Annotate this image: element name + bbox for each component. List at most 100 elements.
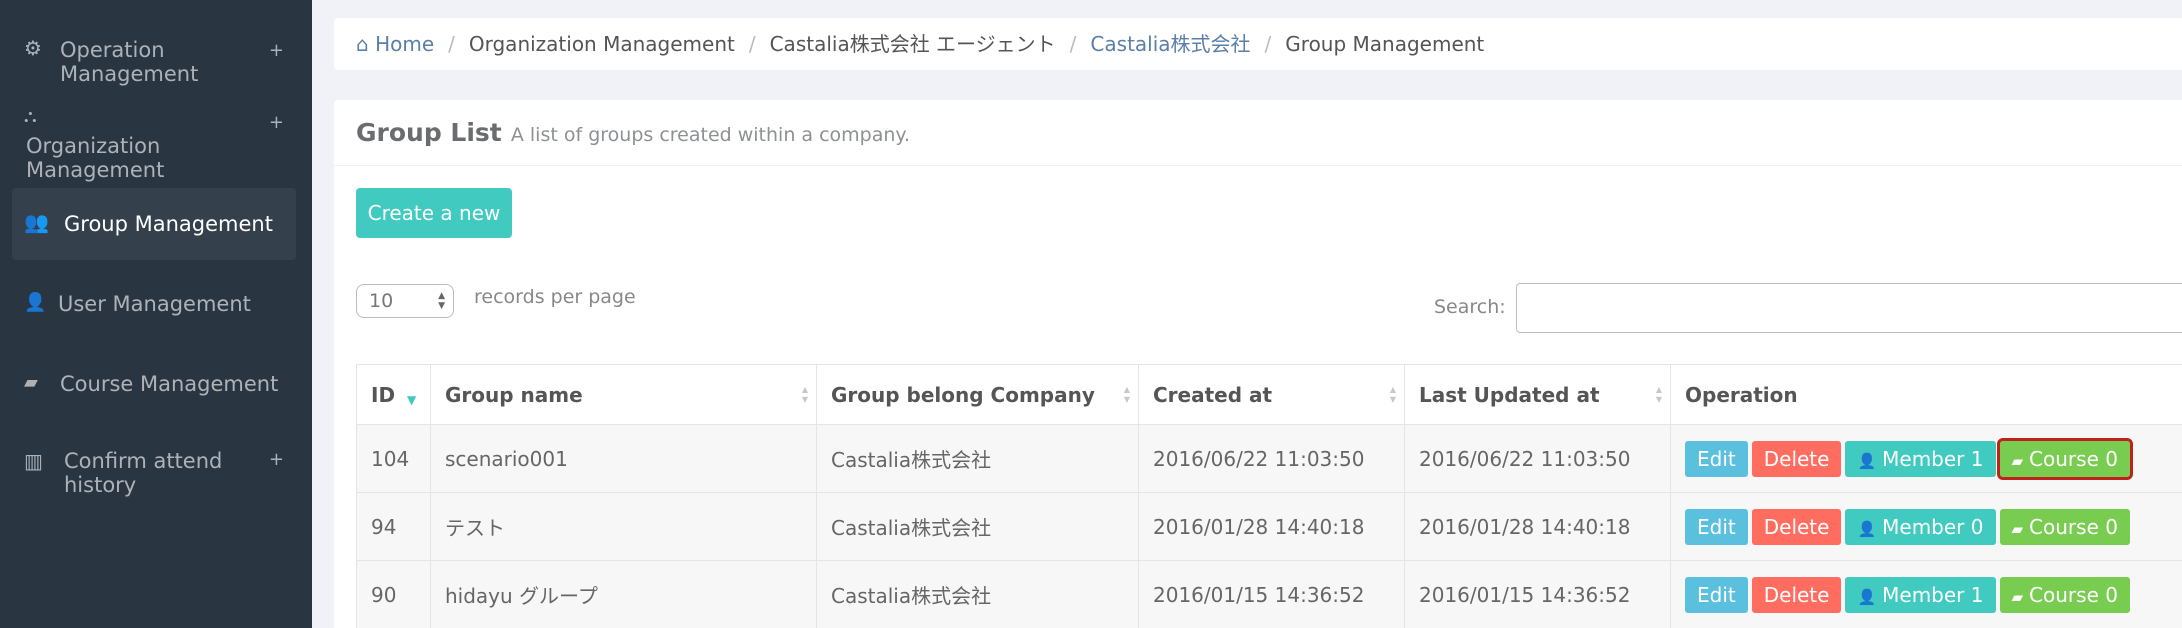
course-button-label: Course 0	[2029, 582, 2118, 607]
group-table: ID ▼ Group name ▲ ▼ Group belong Company ▲ ▼ …	[356, 364, 2182, 628]
cell-operation: Edit Delete 👤 Member 0 ▰ Course 0	[1670, 492, 2182, 561]
breadcrumb-separator: /	[1264, 32, 1272, 56]
sidebar-item-operation-management[interactable]: ⚙ Operation Management +	[12, 20, 296, 86]
column-header-label: Group belong Company	[831, 382, 1095, 407]
sidebar: ⚙ Operation Management + ⛬ Organization …	[0, 0, 312, 628]
cell-created-at: 2016/06/22 11:03:50	[1138, 424, 1405, 493]
member-button-label: Member 0	[1882, 514, 1984, 539]
cell-updated-at: 2016/01/15 14:36:52	[1404, 560, 1671, 628]
sidebar-item-label: Course Management	[60, 372, 279, 396]
cell-group-name: hidayu グループ	[430, 560, 817, 628]
sidebar-item-label: User Management	[58, 292, 251, 316]
breadcrumb-home[interactable]: ⌂ Home	[356, 32, 434, 56]
edit-button[interactable]: Edit	[1685, 508, 1748, 545]
breadcrumb: ⌂ Home / Organization Management / Castalia株…	[334, 18, 2182, 70]
edit-button[interactable]: Edit	[1685, 576, 1748, 613]
column-header-label: ID	[371, 382, 396, 407]
cell-updated-at: 2016/06/22 11:03:50	[1404, 424, 1671, 493]
member-button[interactable]: 👤 Member 1	[1845, 576, 1996, 613]
panel-header: Group List A list of groups created with…	[334, 100, 2182, 166]
breadcrumb-current: Group Management	[1285, 32, 1485, 56]
sidebar-item-group-management[interactable]: 👥 Group Management	[12, 188, 296, 260]
column-header-last-updated-at[interactable]: Last Updated at ▲ ▼	[1404, 364, 1671, 425]
sort-icon: ▲ ▼	[1389, 385, 1396, 404]
course-button-label: Course 0	[2029, 446, 2118, 471]
search-input[interactable]	[1516, 283, 2182, 333]
cell-created-at: 2016/01/15 14:36:52	[1138, 560, 1405, 628]
course-button[interactable]: ▰ Course 0	[1996, 437, 2133, 480]
breadcrumb-company-link[interactable]: Castalia株式会社	[1090, 32, 1250, 56]
sidebar-item-organization-management[interactable]: ⛬ Organization Management +	[12, 100, 296, 182]
sort-desc-icon: ▼	[407, 393, 417, 407]
cell-id: 90	[356, 560, 431, 628]
cell-operation: Edit Delete 👤 Member 1 ▰ Course 0	[1670, 560, 2182, 628]
cell-group-name: scenario001	[430, 424, 817, 493]
user-icon: 👤	[1857, 519, 1877, 538]
course-button[interactable]: ▰ Course 0	[1999, 576, 2130, 613]
sidebar-item-label: Group Management	[64, 212, 273, 236]
user-icon: 👤	[24, 292, 47, 313]
sidebar-item-label: Operation Management	[60, 38, 199, 86]
course-button[interactable]: ▰ Course 0	[1999, 508, 2130, 545]
table-row: 90 hidayu グループ Castalia株式会社 2016/01/15 1…	[356, 560, 2182, 628]
gear-icon: ⚙	[24, 36, 42, 60]
sidebar-item-label: Confirm attend history	[64, 449, 223, 497]
table-row: 94 テスト Castalia株式会社 2016/01/28 14:40:18 …	[356, 492, 2182, 561]
sort-icon: ▲ ▼	[1655, 385, 1662, 404]
course-button-label: Course 0	[2029, 514, 2118, 539]
column-header-label: Group name	[445, 382, 583, 407]
search-label: Search:	[1434, 296, 1506, 318]
column-header-label: Operation	[1685, 382, 1798, 407]
sitemap-icon: ⛬	[24, 106, 37, 127]
users-icon: 👥	[24, 210, 49, 234]
records-per-page-select[interactable]: 10 ▲ ▼	[356, 284, 454, 318]
column-header-company[interactable]: Group belong Company ▲ ▼	[816, 364, 1139, 425]
cell-id: 94	[356, 492, 431, 561]
breadcrumb-separator: /	[448, 32, 455, 56]
column-header-id[interactable]: ID ▼	[356, 364, 431, 425]
page-title: Group List	[356, 118, 502, 147]
member-button-label: Member 1	[1882, 582, 1984, 607]
delete-button[interactable]: Delete	[1751, 508, 1842, 545]
sort-icon: ▲ ▼	[1123, 385, 1130, 404]
cell-company: Castalia株式会社	[816, 492, 1139, 561]
delete-button[interactable]: Delete	[1751, 440, 1842, 477]
breadcrumb-home-label: Home	[375, 32, 435, 56]
cell-operation: Edit Delete 👤 Member 1 ▰ Course 0	[1670, 424, 2182, 493]
user-icon: 👤	[1857, 587, 1877, 606]
home-icon: ⌂	[356, 32, 369, 56]
sort-icon: ▲ ▼	[801, 385, 808, 404]
member-button-label: Member 1	[1882, 446, 1984, 471]
page-subtitle: A list of groups created within a compan…	[510, 124, 910, 146]
column-header-group-name[interactable]: Group name ▲ ▼	[430, 364, 817, 425]
sidebar-item-confirm-attend-history[interactable]: ▥ Confirm attend history +	[12, 437, 296, 497]
table-row: 104 scenario001 Castalia株式会社 2016/06/22 …	[356, 424, 2182, 493]
column-header-created-at[interactable]: Created at ▲ ▼	[1138, 364, 1405, 425]
column-header-label: Last Updated at	[1419, 382, 1600, 407]
sidebar-item-user-management[interactable]: 👤 User Management	[12, 280, 296, 328]
table-header-row: ID ▼ Group name ▲ ▼ Group belong Company ▲ ▼ …	[356, 364, 2182, 425]
expand-plus-icon: +	[268, 449, 284, 470]
column-header-operation: Operation	[1670, 364, 2182, 425]
book-icon: ▰	[24, 372, 38, 393]
member-button[interactable]: 👤 Member 1	[1845, 440, 1996, 477]
cell-group-name: テスト	[430, 492, 817, 561]
edit-button[interactable]: Edit	[1685, 440, 1748, 477]
book-icon: ▰	[2011, 451, 2024, 470]
bar-chart-icon: ▥	[24, 449, 43, 473]
create-new-button[interactable]: Create a new	[356, 188, 512, 238]
breadcrumb-agent: Castalia株式会社 エージェント	[769, 32, 1056, 56]
expand-plus-icon: +	[268, 40, 284, 61]
book-icon: ▰	[2011, 587, 2024, 606]
column-header-label: Created at	[1153, 382, 1273, 407]
cell-company: Castalia株式会社	[816, 424, 1139, 493]
member-button[interactable]: 👤 Member 0	[1845, 508, 1996, 545]
breadcrumb-organization-management: Organization Management	[468, 32, 735, 56]
cell-updated-at: 2016/01/28 14:40:18	[1404, 492, 1671, 561]
sidebar-item-course-management[interactable]: ▰ Course Management	[12, 360, 296, 408]
cell-id: 104	[356, 424, 431, 493]
group-list-panel: Group List A list of groups created with…	[334, 100, 2182, 628]
records-per-page-label: records per page	[474, 286, 636, 308]
delete-button[interactable]: Delete	[1751, 576, 1842, 613]
breadcrumb-separator: /	[748, 32, 756, 56]
